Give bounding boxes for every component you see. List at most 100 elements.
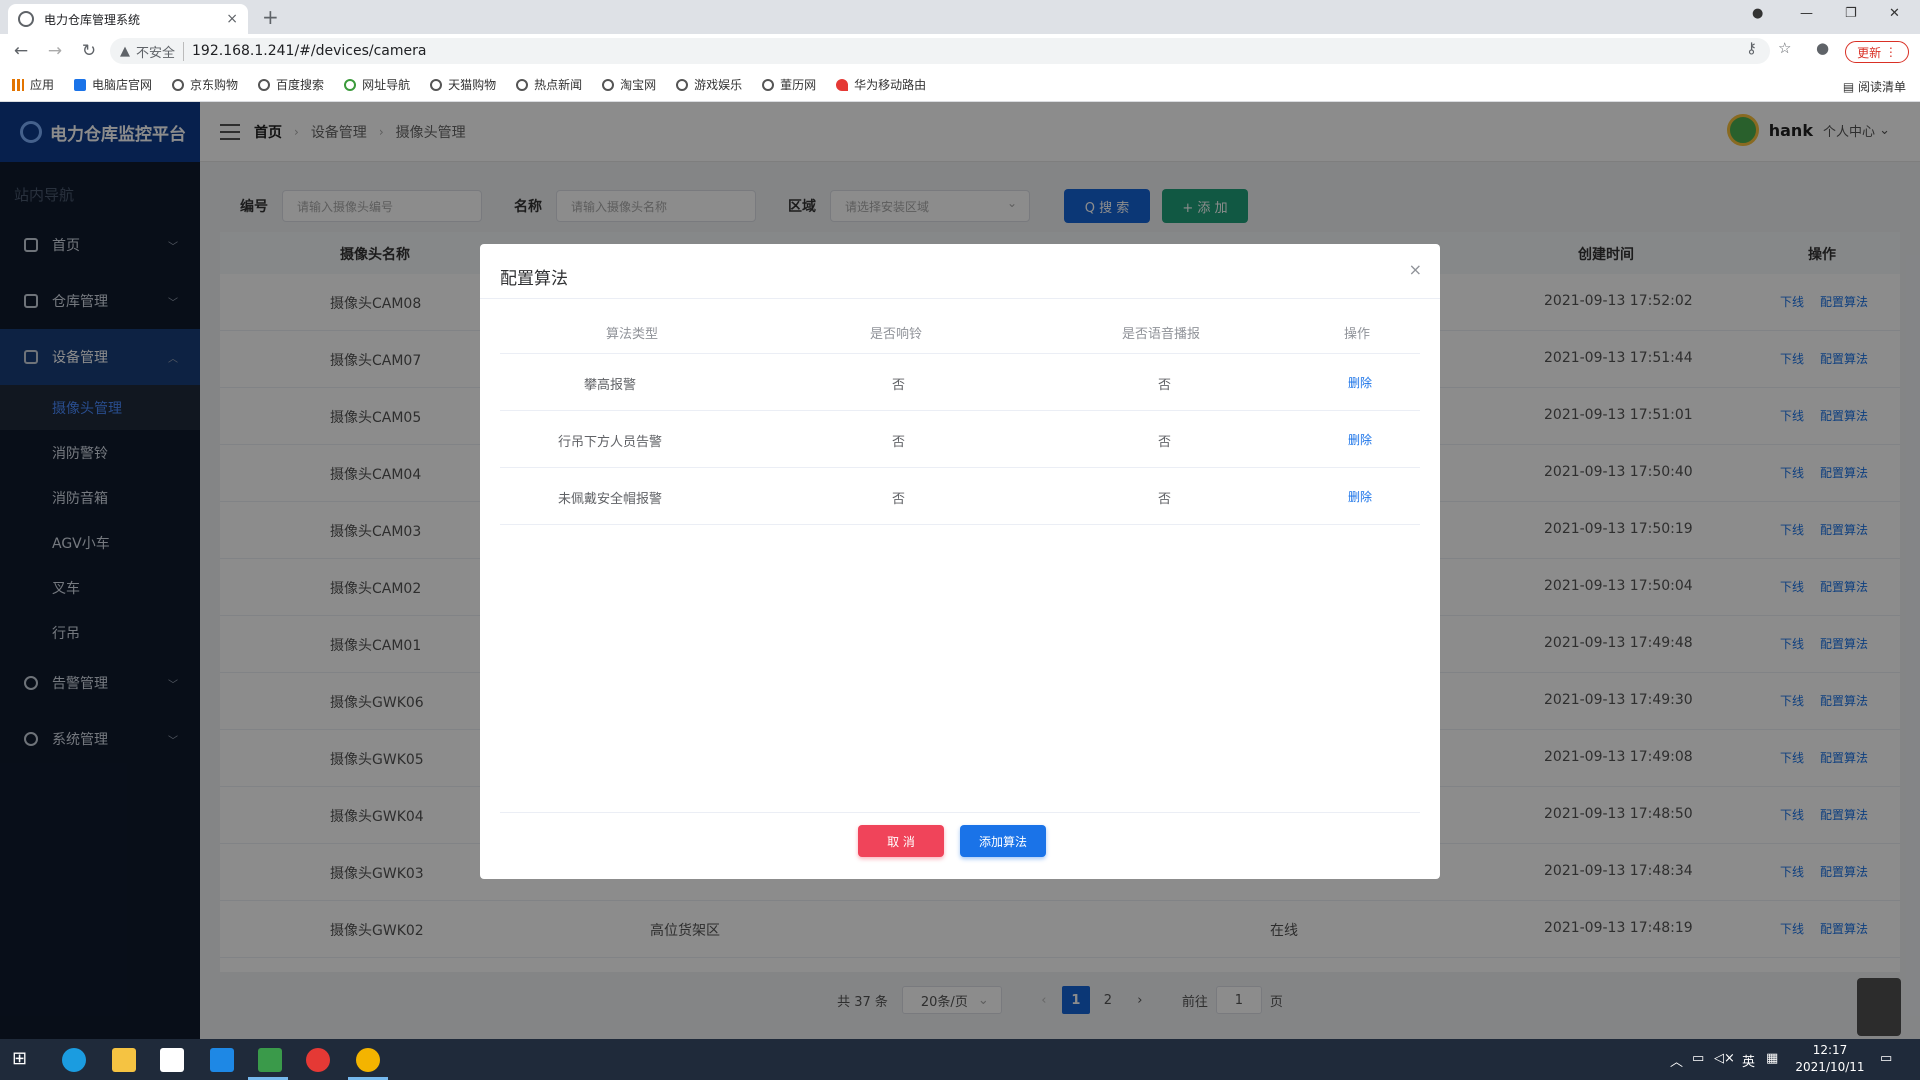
bookmark-item[interactable]: 游戏娱乐 [676, 76, 742, 93]
bookmark-label: 董历网 [780, 78, 817, 92]
bookmark-item[interactable]: 京东购物 [172, 76, 238, 93]
bookmark-item[interactable]: 电脑店官网 [74, 76, 152, 93]
bookmark-item[interactable]: 网址导航 [344, 76, 410, 93]
key-icon[interactable]: ⚷ [1746, 39, 1757, 57]
tab-close-icon[interactable]: × [226, 11, 238, 27]
reload-icon[interactable]: ↻ [76, 41, 102, 61]
col-operation: 操作 [1344, 327, 1371, 342]
profile-dropdown-icon[interactable]: ● [1752, 6, 1763, 21]
keyboard-grid-icon[interactable]: ▦ [1766, 1051, 1778, 1066]
bookmark-item[interactable]: 百度搜索 [258, 76, 324, 93]
tray-chevron-icon[interactable]: ︿ [1670, 1051, 1683, 1070]
network-icon[interactable]: ▭ [1692, 1051, 1704, 1066]
mail-icon[interactable] [210, 1048, 234, 1072]
algorithm-table-header: 算法类型 是否响铃 是否语音播报 操作 [500, 309, 1420, 354]
globe-icon [762, 78, 775, 91]
cancel-button[interactable]: 取 消 [858, 825, 944, 857]
voice-cell: 否 [1158, 492, 1172, 507]
bookmark-label: 电脑店官网 [92, 78, 153, 92]
globe-icon [172, 78, 185, 91]
bookmark-label: 热点新闻 [534, 78, 583, 92]
forward-icon[interactable]: → [42, 41, 68, 61]
col-voice: 是否语音播报 [1122, 327, 1201, 342]
bookmark-label: 网址导航 [362, 78, 411, 92]
tab-title: 电力仓库管理系统 [44, 12, 141, 27]
bookmark-label: 百度搜索 [276, 78, 325, 92]
site-icon [344, 78, 357, 91]
new-tab-button[interactable]: + [262, 5, 279, 29]
window-close-icon[interactable]: ✕ [1889, 6, 1900, 21]
globe-icon [258, 78, 271, 91]
col-ring: 是否响铃 [870, 327, 923, 342]
back-icon[interactable]: ← [8, 41, 34, 61]
reading-list[interactable]: ▤ 阅读清单 [1843, 78, 1906, 95]
dialog-footer: 取 消 添加算法 [500, 812, 1420, 879]
ring-cell: 否 [892, 492, 906, 507]
browser-tab[interactable]: 电力仓库管理系统 × [8, 4, 248, 34]
globe-icon [18, 11, 34, 27]
bookmark-apps[interactable]: 应用 [12, 76, 54, 93]
close-icon[interactable]: × [1409, 260, 1422, 279]
algorithm-table: 算法类型 是否响铃 是否语音播报 操作 攀高报警否否删除 行吊下方人员告警否否删除… [500, 309, 1420, 525]
delete-link[interactable]: 删除 [1348, 374, 1372, 391]
url-text[interactable]: 192.168.1.241/#/devices/camera [192, 43, 426, 59]
chat-widget-button[interactable] [1857, 978, 1901, 1036]
clock-time: 12:17 [1812, 1043, 1848, 1057]
col-algorithm-type: 算法类型 [606, 327, 659, 342]
ring-cell: 否 [892, 435, 906, 450]
algorithm-type-cell: 攀高报警 [583, 378, 636, 393]
notification-icon[interactable]: ▭ [1880, 1051, 1892, 1066]
ring-cell: 否 [892, 378, 906, 393]
bookmark-label: 华为移动路由 [854, 78, 927, 92]
algorithm-type-cell: 未佩戴安全帽报警 [557, 492, 662, 507]
delete-link[interactable]: 删除 [1348, 488, 1372, 505]
windows-start-icon[interactable]: ⊞ [12, 1048, 36, 1072]
algorithm-row: 未佩戴安全帽报警 否 否 删除 [500, 468, 1420, 525]
bookmark-item[interactable]: 天猫购物 [430, 76, 496, 93]
clock-date: 2021/10/11 [1795, 1060, 1865, 1074]
site-icon [74, 78, 87, 91]
browser-tabbar: 电力仓库管理系统 × + ● — ❐ ✕ [0, 0, 1920, 34]
bookmark-item[interactable]: 热点新闻 [516, 76, 582, 93]
file-explorer-icon[interactable] [112, 1048, 136, 1072]
volume-muted-icon[interactable]: ◁× [1714, 1051, 1735, 1066]
algorithm-row: 行吊下方人员告警 否 否 删除 [500, 411, 1420, 468]
update-button[interactable]: 更新 ⋮ [1845, 41, 1909, 63]
maximize-icon[interactable]: ❐ [1845, 6, 1857, 21]
add-algorithm-button[interactable]: 添加算法 [960, 825, 1046, 857]
chrome-icon[interactable] [356, 1048, 380, 1072]
bookmark-label: 游戏娱乐 [694, 78, 743, 92]
account-icon[interactable]: ● [1816, 39, 1829, 57]
url-omnibox[interactable]: ▲ 不安全 192.168.1.241/#/devices/camera [110, 38, 1770, 64]
dialog-header: 配置算法 × [480, 244, 1440, 299]
star-icon[interactable]: ☆ [1778, 39, 1791, 57]
app-icon[interactable] [306, 1048, 330, 1072]
not-secure-label: 不安全 [136, 41, 185, 61]
huawei-icon [836, 78, 849, 91]
system-clock[interactable]: 12:17 2021/10/11 [1790, 1042, 1870, 1076]
bookmark-label: 京东购物 [190, 78, 239, 92]
algorithm-table-body: 攀高报警否否删除 行吊下方人员告警否否删除 未佩戴安全帽报警否否删除 [500, 354, 1420, 525]
reading-list-label: 阅读清单 [1857, 80, 1906, 94]
warning-icon: ▲ [120, 43, 130, 59]
minimize-icon[interactable]: — [1800, 6, 1813, 21]
bookmarks-bar: 应用 电脑店官网 京东购物 百度搜索 网址导航 天猫购物 热点新闻 淘宝网 游戏… [0, 68, 1920, 102]
globe-icon [430, 78, 443, 91]
bookmark-item[interactable]: 淘宝网 [602, 76, 656, 93]
bookmark-label: 淘宝网 [620, 78, 657, 92]
delete-link[interactable]: 删除 [1348, 431, 1372, 448]
bookmark-label: 应用 [30, 78, 55, 92]
config-algorithm-dialog: 配置算法 × 算法类型 是否响铃 是否语音播报 操作 攀高报警否否删除 行吊下方人… [480, 244, 1440, 879]
algorithm-row: 攀高报警 否 否 删除 [500, 354, 1420, 411]
globe-icon [676, 78, 689, 91]
apps-grid-icon [12, 78, 24, 91]
ime-indicator[interactable]: 英 [1742, 1051, 1755, 1070]
globe-icon [602, 78, 615, 91]
windows-taskbar: ⊞ ︿ ▭ ◁× 英 ▦ 12:17 2021/10/11 ▭ [0, 1039, 1920, 1080]
app-icon[interactable] [258, 1048, 282, 1072]
bookmark-item[interactable]: 董历网 [762, 76, 816, 93]
bookmark-item[interactable]: 华为移动路由 [836, 76, 926, 93]
voice-cell: 否 [1158, 378, 1172, 393]
edge-icon[interactable] [62, 1048, 86, 1072]
store-icon[interactable] [160, 1048, 184, 1072]
